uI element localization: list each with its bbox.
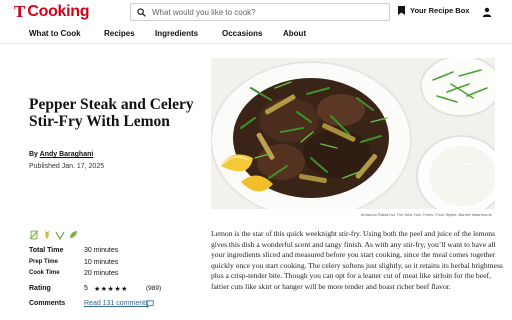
comments-label: Comments: [29, 300, 66, 307]
rating-count: (989): [146, 285, 162, 292]
recipe-box-link[interactable]: Your Recipe Box: [398, 6, 469, 15]
read-comments-link[interactable]: Read 131 comments: [84, 300, 149, 307]
search-icon: [137, 7, 146, 17]
byline: By Andy Baraghani: [29, 151, 93, 158]
recipe-photo: [211, 58, 495, 209]
published-date: Published Jan. 17, 2025: [29, 163, 105, 170]
comment-icon[interactable]: [146, 300, 154, 308]
search-input[interactable]: [152, 7, 382, 17]
logo-wordmark: Cooking: [27, 3, 90, 20]
byline-prefix: By: [29, 151, 40, 158]
search-bar[interactable]: [130, 3, 390, 21]
diet-icons: [29, 230, 78, 240]
nyt-cooking-logo[interactable]: T Cooking: [14, 2, 90, 21]
cook-time-label: Cook Time: [29, 270, 60, 276]
nav-about[interactable]: About: [283, 29, 306, 38]
rating-stars[interactable]: ★★★★★: [94, 285, 128, 293]
nav-occasions[interactable]: Occasions: [222, 29, 262, 38]
total-time-value: 30 minutes: [84, 247, 119, 254]
dairy-free-icon[interactable]: [29, 230, 39, 240]
nav-recipes[interactable]: Recipes: [104, 29, 135, 38]
leaf-icon[interactable]: [68, 230, 78, 240]
rating-label: Rating: [29, 285, 51, 292]
site-header: T Cooking Your Recipe Box: [0, 0, 512, 26]
nav-what-to-cook[interactable]: What to Cook: [29, 29, 81, 38]
recipe-description: Lemon is the star of this quick weeknigh…: [211, 229, 503, 291]
photo-credit: Armando Rafael for The New York Times. F…: [360, 212, 493, 217]
user-icon[interactable]: [482, 7, 492, 17]
low-carb-icon[interactable]: [55, 230, 65, 240]
logo-t-mark: T: [14, 2, 26, 21]
prep-time-label: Prep Time: [29, 259, 58, 265]
nav-ingredients[interactable]: Ingredients: [155, 29, 198, 38]
recipe-title: Pepper Steak and Celery Stir-Fry With Le…: [29, 96, 194, 130]
gluten-free-icon[interactable]: [42, 230, 52, 240]
main-nav: What to Cook Recipes Ingredients Occasio…: [0, 26, 512, 44]
rating-value: 5: [84, 285, 88, 292]
cook-time-value: 20 minutes: [84, 270, 119, 277]
author-link[interactable]: Andy Baraghani: [40, 151, 94, 158]
total-time-label: Total Time: [29, 247, 64, 254]
prep-time-value: 10 minutes: [84, 259, 119, 266]
recipe-photo-illustration: [211, 58, 495, 209]
bookmark-icon: [398, 6, 405, 15]
recipe-box-label: Your Recipe Box: [410, 6, 470, 15]
